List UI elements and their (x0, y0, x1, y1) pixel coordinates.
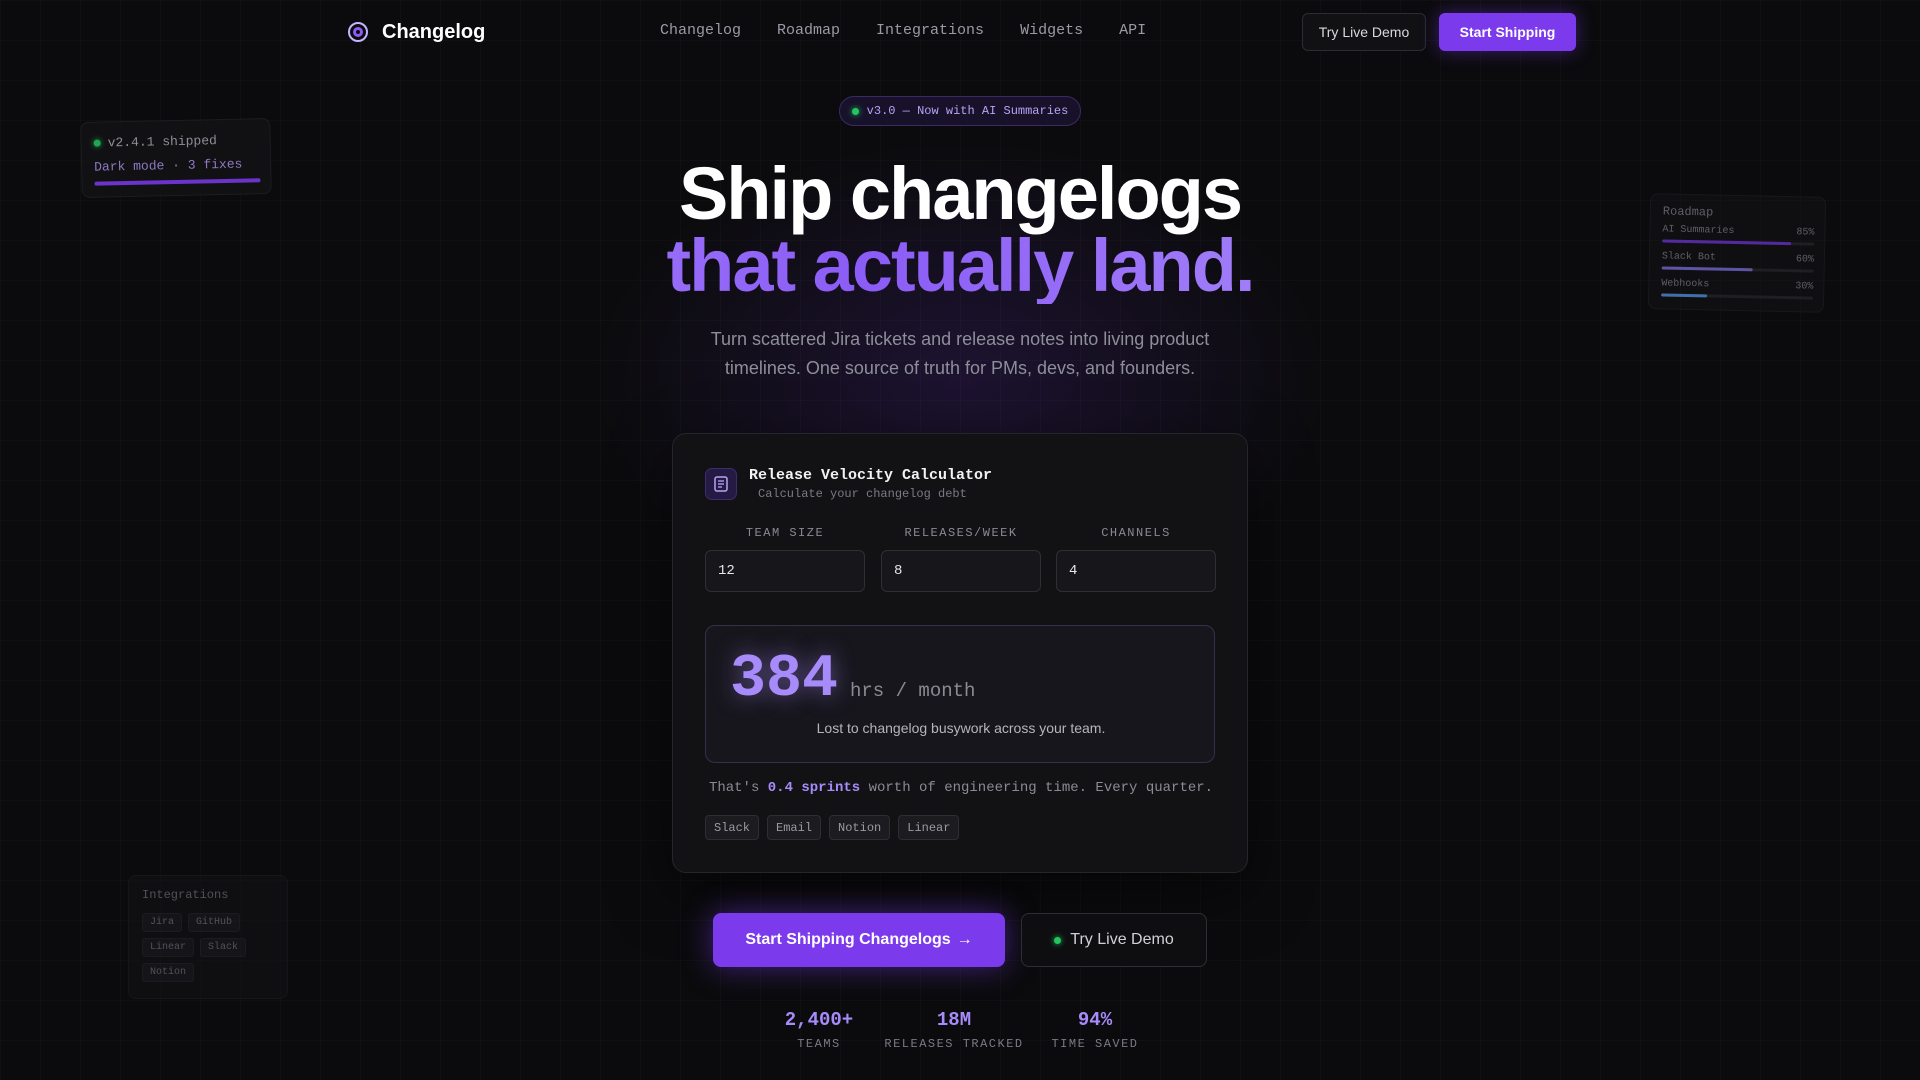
team-size-input[interactable] (705, 550, 865, 592)
integration-tags: Jira GitHub Linear Slack Notion (142, 913, 282, 982)
shipped-dot-icon (93, 139, 101, 147)
live-dot-icon (1054, 936, 1062, 944)
integration-tag-linear: Linear (142, 938, 195, 957)
integrations-title: Integrations (142, 888, 229, 902)
shipped-progress-bar (94, 178, 261, 186)
result-description: Lost to changelog busywork across your t… (816, 720, 1106, 736)
integration-tag-notion: Notion (142, 963, 195, 982)
hero-title-line1: Ship changelogs (678, 152, 1243, 235)
chip-slack[interactable]: Slack (705, 815, 760, 840)
calculator-subtitle: Calculate your changelog debt (758, 487, 967, 501)
hero-title-line2: that actually land. (0, 228, 1920, 304)
cta-primary-label: Start Shipping Changelogs (745, 931, 951, 948)
calculator-icon (705, 468, 737, 500)
brand-logo[interactable]: Changelog (346, 20, 485, 44)
cta-secondary-label: Try Live Demo (1070, 931, 1174, 948)
sprint-prefix: That's (708, 780, 768, 796)
try-live-demo-button[interactable]: Try Live Demo (1302, 13, 1426, 51)
top-nav: Changelog Changelog Roadmap Integrations… (0, 0, 1920, 64)
nav-link-roadmap[interactable]: Roadmap (777, 22, 840, 39)
sprint-suffix: worth of engineering time. Every quarter… (860, 780, 1214, 796)
roadmap-item-fill (1661, 293, 1707, 298)
nav-link-integrations[interactable]: Integrations (876, 22, 984, 39)
integration-tag-slack: Slack (200, 938, 247, 957)
nav-link-changelog[interactable]: Changelog (660, 22, 741, 39)
stat-time-saved-label: TIME SAVED (1051, 1037, 1139, 1051)
shipped-text: v2.4.1 shipped (107, 133, 218, 151)
status-dot-icon (851, 107, 859, 115)
floating-shipped-card: v2.4.1 shipped Dark mode · 3 fixes (80, 118, 272, 198)
releases-week-label: RELEASES/WEEK (904, 526, 1018, 540)
sprint-summary: That's 0.4 sprints worth of engineering … (673, 780, 1249, 796)
roadmap-item-fill (1662, 239, 1792, 246)
chip-linear[interactable]: Linear (898, 815, 960, 840)
stat-teams-label: TEAMS (797, 1037, 841, 1051)
result-unit: hrs / month (850, 680, 976, 702)
shipped-line: v2.4.1 shipped (93, 133, 218, 151)
stat-time-saved: 94% TIME SAVED (1043, 1009, 1147, 1051)
shipped-details: Dark mode · 3 fixes (94, 156, 243, 175)
integration-tag-jira: Jira (142, 913, 183, 932)
calculator-title: Release Velocity Calculator (749, 467, 993, 484)
start-shipping-changelogs-button[interactable]: Start Shipping Changelogs → (713, 913, 1005, 967)
sprint-value: 0.4 sprints (767, 780, 861, 796)
channel-chips: Slack Email Notion Linear (705, 815, 960, 840)
arrow-right-icon: → (956, 931, 973, 948)
releases-week-input[interactable] (881, 550, 1041, 592)
roadmap-item: Slack Bot 60% (1661, 251, 1814, 273)
nav-link-api[interactable]: API (1119, 22, 1146, 39)
version-badge[interactable]: v3.0 — Now with AI Summaries (839, 96, 1081, 126)
velocity-calculator-card: Release Velocity Calculator Calculate yo… (672, 433, 1248, 873)
stat-time-saved-value: 94% (1077, 1009, 1113, 1031)
nav-links: Changelog Roadmap Integrations Widgets A… (660, 22, 1146, 39)
result-panel: 384 hrs / month Lost to changelog busywo… (705, 625, 1215, 763)
stat-releases: 18M RELEASES TRACKED (884, 1009, 1024, 1051)
roadmap-item-name: Webhooks (1661, 278, 1710, 291)
brand-name: Changelog (382, 20, 486, 43)
roadmap-item: AI Summaries 85% (1662, 224, 1815, 246)
logo-icon (348, 22, 368, 42)
stat-releases-value: 18M (936, 1009, 972, 1031)
floating-integrations-card: Integrations Jira GitHub Linear Slack No… (128, 875, 288, 999)
roadmap-item-pct: 85% (1796, 227, 1815, 239)
floating-roadmap-card: Roadmap AI Summaries 85% Slack Bot 60% Web… (1647, 193, 1827, 313)
roadmap-item: Webhooks 30% (1661, 278, 1814, 300)
chip-email[interactable]: Email (767, 815, 822, 840)
version-badge-text: v3.0 — Now with AI Summaries (866, 104, 1069, 118)
channels-label: CHANNELS (1101, 526, 1171, 540)
roadmap-item-pct: 30% (1795, 281, 1814, 293)
hero-subtitle: Turn scattered Jira tickets and release … (710, 329, 1210, 378)
integration-tag-github: GitHub (188, 913, 241, 932)
stat-releases-label: RELEASES TRACKED (884, 1037, 1024, 1051)
team-size-label: TEAM SIZE (745, 526, 825, 540)
roadmap-item-name: Slack Bot (1661, 251, 1717, 264)
roadmap-item-fill (1661, 266, 1753, 272)
try-live-demo-cta-button[interactable]: Try Live Demo (1021, 913, 1207, 967)
chip-notion[interactable]: Notion (829, 815, 891, 840)
channels-input[interactable] (1056, 550, 1216, 592)
stat-teams-value: 2,400+ (784, 1009, 854, 1031)
stat-teams: 2,400+ TEAMS (763, 1009, 875, 1051)
start-shipping-button[interactable]: Start Shipping (1439, 13, 1576, 51)
nav-link-widgets[interactable]: Widgets (1020, 22, 1083, 39)
roadmap-title: Roadmap (1662, 204, 1714, 220)
result-hours-value: 384 (730, 646, 839, 714)
roadmap-item-name: AI Summaries (1662, 224, 1735, 237)
roadmap-item-pct: 60% (1795, 254, 1814, 266)
